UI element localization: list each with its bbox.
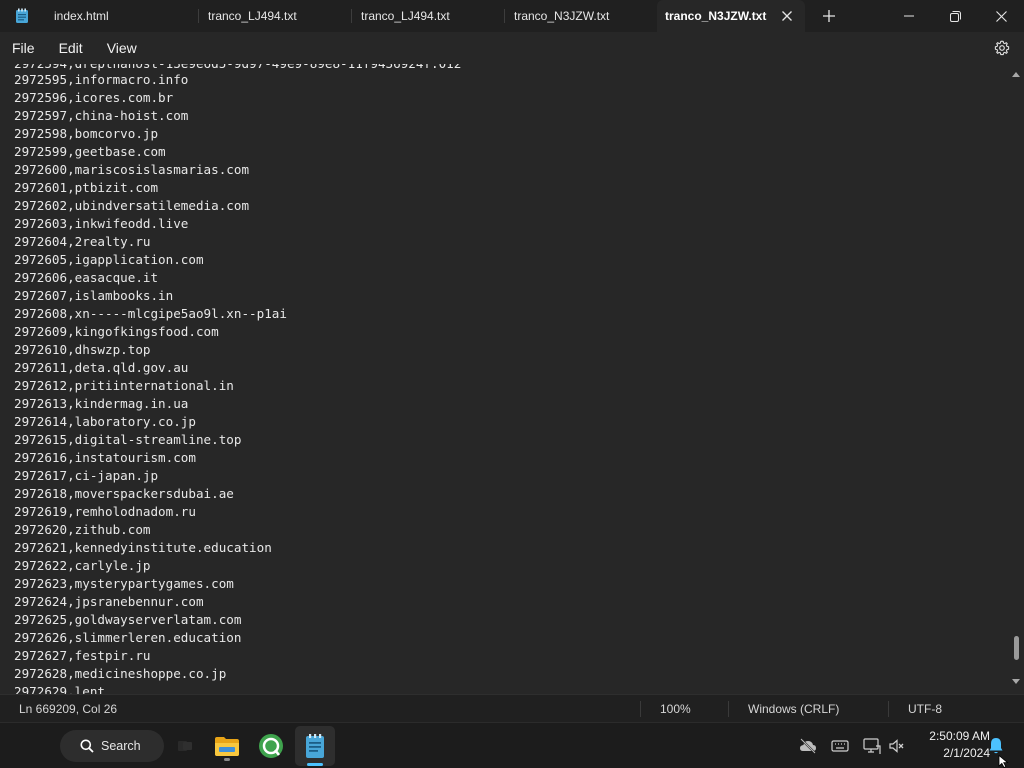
tab-tranco-n3jzw-active[interactable]: tranco_N3JZW.txt (657, 0, 805, 32)
line-ending[interactable]: Windows (CRLF) (748, 702, 839, 716)
tab-tranco-lj494-1[interactable]: tranco_LJ494.txt (198, 0, 351, 32)
editor-line: 2972625,goldwayserverlatam.com (14, 612, 242, 627)
editor-line: 2972622,carlyle.jp (14, 558, 151, 573)
partial-line-bottom: 2972629,lent... (14, 684, 128, 694)
active-indicator (307, 763, 323, 766)
search-icon (80, 739, 94, 753)
editor-line: 2972616,instatourism.com (14, 450, 196, 465)
tab-label: tranco_LJ494.txt (208, 9, 297, 23)
notepad-taskbar-icon[interactable] (295, 726, 335, 766)
close-window-button[interactable] (978, 0, 1024, 32)
editor-line: 2972607,islambooks.in (14, 288, 174, 303)
tab-index-html[interactable]: index.html (44, 0, 198, 32)
editor-line: 2972627,festpir.ru (14, 648, 151, 663)
taskbar-search-button[interactable]: Search (60, 730, 164, 762)
maximize-button[interactable] (932, 0, 978, 32)
editor-line: 2972604,2realty.ru (14, 234, 151, 249)
tab-tranco-lj494-2[interactable]: tranco_LJ494.txt (351, 0, 504, 32)
minimize-button[interactable] (886, 0, 932, 32)
encoding[interactable]: UTF-8 (908, 702, 942, 716)
editor-lines: 2972595,informacro.info 2972596,icores.co… (14, 71, 287, 683)
editor-line: 2972615,digital-streamline.top (14, 432, 242, 447)
menu-file[interactable]: File (2, 34, 45, 62)
status-divider (888, 701, 889, 717)
search-label: Search (101, 739, 141, 753)
menu-bar: File Edit View (0, 32, 1024, 64)
editor-line: 2972603,inkwifeodd.live (14, 216, 189, 231)
new-tab-button[interactable] (805, 0, 853, 32)
editor-line: 2972621,kennedyinstitute.education (14, 540, 272, 555)
clock-time: 2:50:09 AM (929, 729, 990, 743)
editor-line: 2972608,xn-----mlcgipe5ao9l.xn--p1ai (14, 306, 287, 321)
editor-line: 2972602,ubindversatilemedia.com (14, 198, 250, 213)
keyboard-icon[interactable] (831, 737, 849, 755)
editor-line: 2972601,ptbizit.com (14, 180, 159, 195)
qbittorrent-icon[interactable] (256, 731, 286, 761)
editor-line: 2972613,kindermag.in.ua (14, 396, 189, 411)
close-tab-icon[interactable] (779, 8, 795, 24)
notification-bell-icon[interactable] (988, 737, 1004, 755)
system-clock[interactable]: 2:50:09 AM 2/1/2024 (912, 728, 990, 762)
editor-line: 2972611,deta.qld.gov.au (14, 360, 189, 375)
editor-line: 2972610,dhswzp.top (14, 342, 151, 357)
editor-line: 2972595,informacro.info (14, 72, 189, 87)
editor-line: 2972609,kingofkingsfood.com (14, 324, 219, 339)
editor-line: 2972600,mariscosislasmarias.com (14, 162, 250, 177)
editor-line: 2972618,moverspackersdubai.ae (14, 486, 234, 501)
clock-date: 2/1/2024 (943, 746, 990, 760)
volume-muted-icon[interactable] (888, 737, 906, 755)
editor-line: 2972623,mysterypartygames.com (14, 576, 234, 591)
menu-edit[interactable]: Edit (49, 34, 93, 62)
task-view-icon[interactable] (170, 731, 200, 761)
tab-label: tranco_LJ494.txt (361, 9, 450, 23)
close-icon (995, 10, 1007, 22)
onedrive-offline-icon[interactable] (799, 737, 817, 755)
file-explorer-icon[interactable] (212, 731, 242, 761)
minimize-icon (904, 15, 914, 17)
menu-view[interactable]: View (97, 34, 147, 62)
editor-line: 2972628,medicineshoppe.co.jp (14, 666, 227, 681)
editor-line: 2972606,easacque.it (14, 270, 159, 285)
title-bar: index.html tranco_LJ494.txt tranco_LJ494… (0, 0, 1024, 32)
network-icon[interactable] (863, 737, 881, 755)
restore-icon (949, 10, 961, 22)
editor-line: 2972599,geetbase.com (14, 144, 166, 159)
editor-line: 2972605,igapplication.com (14, 252, 204, 267)
taskbar: Search 2:50:09 AM 2/1/2024 (0, 722, 1024, 768)
scrollbar-thumb[interactable] (1014, 636, 1019, 660)
plus-icon (823, 10, 835, 22)
cursor-position: Ln 669209, Col 26 (19, 702, 118, 716)
editor-line: 2972612,pritiinternational.in (14, 378, 234, 393)
vertical-scrollbar[interactable] (1008, 64, 1024, 694)
notepad-app-icon (0, 0, 44, 32)
editor-line: 2972617,ci-japan.jp (14, 468, 159, 483)
editor-line: 2972626,slimmerleren.education (14, 630, 242, 645)
editor-line: 2972620,zithub.com (14, 522, 151, 537)
scroll-down-arrow-icon[interactable] (1011, 678, 1021, 686)
editor-line: 2972624,jpsranebennur.com (14, 594, 204, 609)
settings-gear-icon[interactable] (994, 40, 1010, 56)
window-controls (886, 0, 1024, 32)
tab-label: tranco_N3JZW.txt (514, 9, 610, 23)
mouse-cursor-icon (998, 755, 1009, 768)
editor-line: 2972614,laboratory.co.jp (14, 414, 196, 429)
tab-label: tranco_N3JZW.txt (665, 9, 767, 23)
editor-line: 2972596,icores.com.br (14, 90, 174, 105)
scroll-up-arrow-icon[interactable] (1011, 70, 1021, 78)
editor-line: 2972598,bomcorvo.jp (14, 126, 159, 141)
running-indicator (224, 758, 230, 761)
status-divider (640, 701, 641, 717)
tab-label: index.html (54, 9, 109, 23)
text-editor[interactable]: 2972594,dreptnahost-13e9e6d5-9d97-49e9-8… (0, 64, 1024, 694)
status-bar: Ln 669209, Col 26 100% Windows (CRLF) UT… (0, 694, 1024, 722)
tab-tranco-n3jzw-1[interactable]: tranco_N3JZW.txt (504, 0, 657, 32)
editor-line: 2972597,china-hoist.com (14, 108, 189, 123)
editor-line: 2972619,remholodnadom.ru (14, 504, 196, 519)
zoom-level[interactable]: 100% (660, 702, 691, 716)
status-divider (728, 701, 729, 717)
